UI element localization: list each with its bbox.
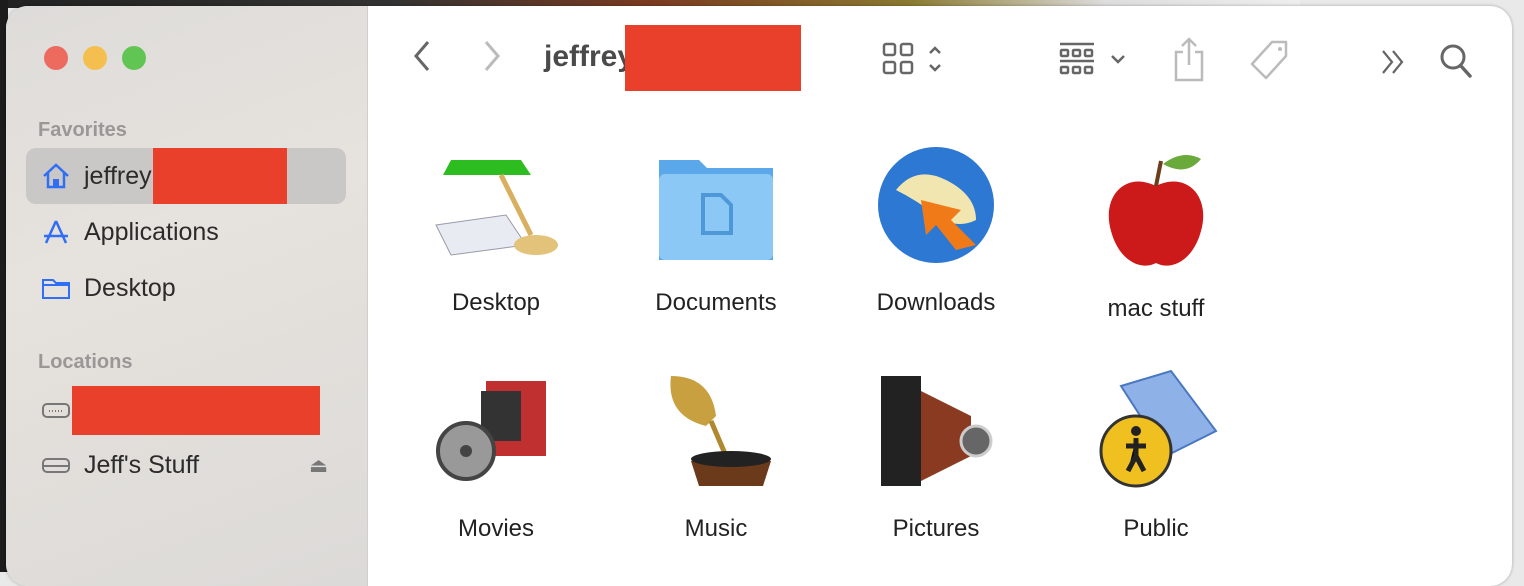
sidebar-item-label: Desktop bbox=[84, 273, 176, 302]
file-item[interactable]: Documents bbox=[616, 140, 816, 317]
file-item[interactable]: mac stuff bbox=[1056, 146, 1256, 323]
close-button[interactable] bbox=[44, 46, 68, 70]
icon-view-icon[interactable] bbox=[882, 42, 952, 76]
file-item[interactable]: Pictures bbox=[836, 366, 1036, 543]
back-icon[interactable] bbox=[410, 38, 434, 74]
window-title: jeffrey bbox=[544, 40, 635, 73]
favorites-header: Favorites bbox=[38, 119, 127, 141]
tag-icon[interactable] bbox=[1248, 38, 1290, 82]
file-item[interactable]: Downloads bbox=[836, 140, 1036, 317]
file-name: Downloads bbox=[876, 289, 996, 316]
sidebar-item-label: Applications bbox=[84, 217, 219, 246]
search-icon[interactable] bbox=[1438, 42, 1474, 80]
forward-icon[interactable] bbox=[480, 38, 504, 74]
redaction bbox=[153, 148, 287, 204]
home-icon bbox=[43, 163, 69, 189]
zoom-button[interactable] bbox=[122, 46, 146, 70]
sidebar-item-label: jeffrey bbox=[84, 161, 152, 190]
share-icon[interactable] bbox=[1172, 36, 1206, 82]
file-name: mac stuff bbox=[1107, 295, 1205, 322]
desktop-lamp-icon bbox=[435, 160, 558, 256]
downloads-globe-icon bbox=[878, 147, 994, 263]
group-icon[interactable] bbox=[1058, 42, 1134, 82]
folder-icon bbox=[42, 279, 70, 299]
sidebar-item-desktop[interactable]: Desktop bbox=[26, 260, 346, 316]
gramophone-icon bbox=[670, 376, 771, 486]
file-name: Pictures bbox=[892, 515, 980, 542]
sidebar-item-jeffs-stuff[interactable]: Jeff's Stuff ⏏ bbox=[26, 437, 346, 493]
redaction bbox=[72, 386, 320, 435]
locations-header: Locations bbox=[38, 351, 133, 373]
file-name: Desktop bbox=[451, 289, 541, 316]
minimize-button[interactable] bbox=[83, 46, 107, 70]
file-name: Movies bbox=[457, 515, 535, 542]
file-item[interactable]: Desktop bbox=[396, 140, 596, 317]
more-icon[interactable] bbox=[1380, 48, 1408, 76]
file-item[interactable]: Music bbox=[616, 366, 816, 543]
apple-icon bbox=[1108, 155, 1204, 266]
file-item[interactable]: Public bbox=[1056, 366, 1256, 543]
file-name: Documents bbox=[655, 289, 777, 316]
traffic-lights bbox=[44, 46, 146, 70]
applications-icon bbox=[44, 220, 68, 244]
drive-icon bbox=[42, 403, 70, 418]
eject-icon[interactable]: ⏏ bbox=[309, 453, 328, 478]
redaction bbox=[625, 25, 801, 91]
file-item[interactable]: Movies bbox=[396, 366, 596, 543]
public-folder-icon bbox=[1099, 369, 1218, 488]
documents-folder-icon bbox=[659, 160, 773, 260]
file-name: Public bbox=[1123, 515, 1189, 542]
file-name: Music bbox=[684, 515, 748, 542]
finder-window: Favorites jeffrey Applications Desktop L… bbox=[6, 6, 1512, 586]
toolbar: jeffrey bbox=[368, 6, 1512, 106]
camera-icon bbox=[881, 376, 993, 486]
sidebar-item-label: Jeff's Stuff bbox=[84, 450, 200, 479]
sidebar: Favorites jeffrey Applications Desktop L… bbox=[6, 6, 368, 586]
movie-camera-icon bbox=[436, 381, 546, 481]
sidebar-item-applications[interactable]: Applications bbox=[26, 204, 346, 260]
drive-icon bbox=[42, 458, 70, 473]
